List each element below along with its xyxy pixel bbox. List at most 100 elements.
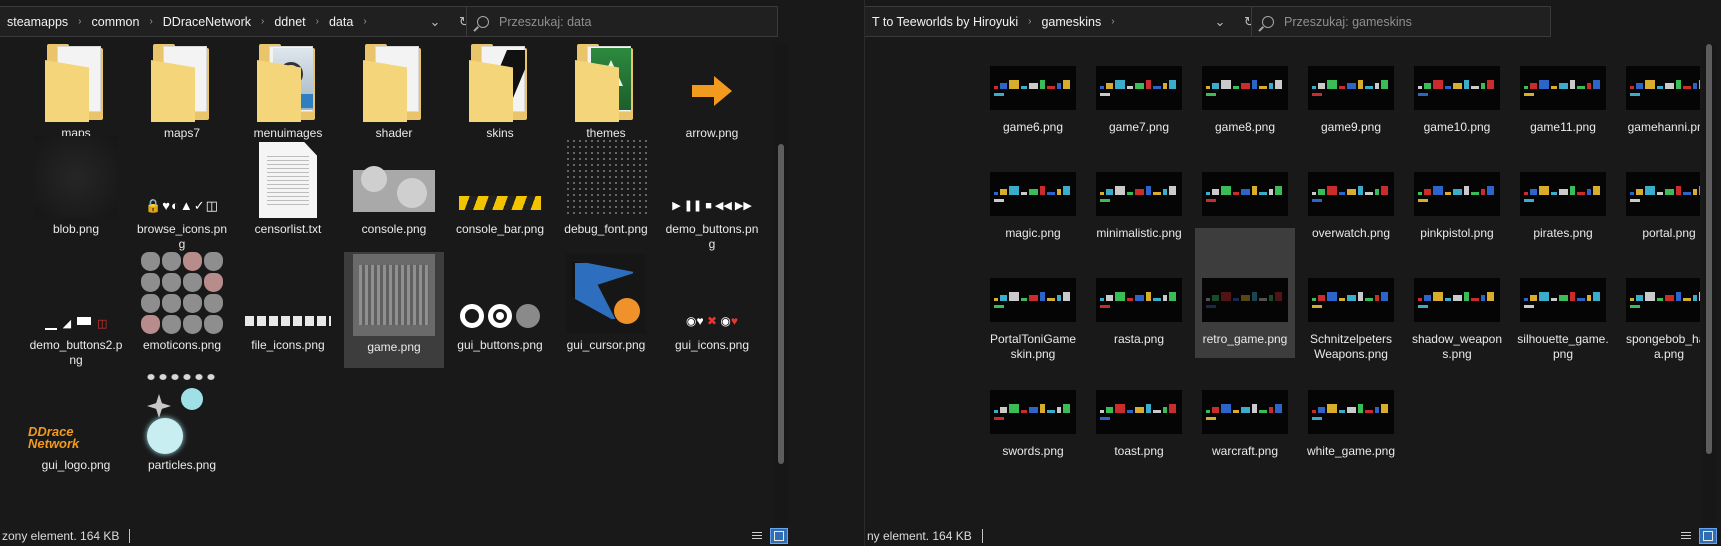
address-history-button[interactable]: ⌄	[420, 6, 450, 37]
file-item[interactable]: console_bar.png	[450, 136, 550, 237]
file-item[interactable]: retro_game.png	[1195, 228, 1295, 358]
breadcrumb-item[interactable]: steamapps	[3, 15, 72, 29]
file-name: swords.png	[1002, 444, 1064, 458]
thumbnail: ◢ ◫	[28, 252, 124, 334]
status-text: zony element. 164 KB	[2, 529, 120, 543]
thumbnail	[1202, 390, 1288, 434]
file-item[interactable]: particles.png	[132, 372, 232, 473]
breadcrumb-item[interactable]: gameskins	[1037, 15, 1105, 29]
file-item[interactable]: skins	[450, 44, 550, 141]
file-item[interactable]: emoticons.png	[132, 252, 232, 353]
file-name: game6.png	[1002, 120, 1064, 134]
file-item[interactable]: magic.png	[983, 172, 1083, 241]
file-item[interactable]: arrow.png	[662, 44, 762, 141]
file-name: game10.png	[1423, 120, 1491, 134]
search-input[interactable]	[499, 14, 699, 29]
thumbnail	[1626, 278, 1700, 322]
search-box[interactable]	[466, 6, 778, 37]
file-item[interactable]: spongebob_haha.png	[1619, 278, 1700, 362]
search-box[interactable]	[1251, 6, 1551, 37]
file-item[interactable]: maps7	[132, 44, 232, 141]
breadcrumb-item[interactable]: DDraceNetwork	[159, 15, 255, 29]
file-item[interactable]: white_game.png	[1301, 390, 1401, 459]
file-item[interactable]: game.png	[344, 252, 444, 368]
file-item[interactable]: overwatch.png	[1301, 172, 1401, 241]
file-item[interactable]: DDrace Network gui_logo.png	[26, 372, 126, 473]
file-item[interactable]: menuimages	[238, 44, 338, 141]
scrollbar-thumb[interactable]	[1706, 44, 1712, 454]
file-item[interactable]: debug_font.png	[556, 136, 656, 237]
file-name: PortalToniGameskin.png	[989, 332, 1077, 361]
search-input[interactable]	[1284, 14, 1484, 29]
file-name: gui_cursor.png	[566, 338, 646, 352]
file-item[interactable]: game8.png	[1195, 66, 1295, 135]
vertical-scrollbar[interactable]	[774, 44, 788, 526]
address-bar[interactable]: T to Teeworlds by Hiroyuki › gameskins ›	[865, 6, 1235, 37]
breadcrumb-item[interactable]: data	[325, 15, 357, 29]
file-item[interactable]: SchnitzelpetersWeapons.png	[1301, 278, 1401, 362]
file-name: white_game.png	[1306, 444, 1396, 458]
file-item[interactable]: censorlist.txt	[238, 136, 338, 237]
thumbnail	[28, 44, 124, 122]
thumbnail	[1308, 66, 1394, 110]
file-item[interactable]: warcraft.png	[1195, 390, 1295, 459]
vertical-scrollbar[interactable]	[1702, 44, 1716, 526]
file-name: debug_font.png	[564, 222, 648, 236]
file-item[interactable]: portal.png	[1619, 172, 1700, 241]
file-name: game8.png	[1214, 120, 1276, 134]
address-bar[interactable]: steamapps › common › DDraceNetwork › ddnet › dat…	[0, 6, 450, 37]
breadcrumb-item[interactable]: common	[88, 15, 144, 29]
details-view-icon	[1681, 532, 1691, 540]
file-item[interactable]: ◢ ◫ demo_buttons2.png	[26, 252, 126, 368]
file-item[interactable]: silhouette_game.png	[1513, 278, 1613, 362]
file-item[interactable]: pinkpistol.png	[1407, 172, 1507, 241]
file-name: shadow_weapons.png	[1411, 332, 1503, 361]
thumbnail	[240, 44, 336, 122]
file-item[interactable]: ▶ ❚❚ ■ ◀◀ ▶▶ demo_buttons.png	[662, 136, 762, 252]
file-item[interactable]: toast.png	[1089, 390, 1189, 459]
thumbnail	[1096, 172, 1182, 216]
large-icons-view-button[interactable]	[1699, 528, 1717, 544]
chevron-right-icon: ›	[315, 16, 319, 27]
status-bar: ny element. 164 KB	[865, 526, 1721, 546]
file-item[interactable]: themes	[556, 44, 656, 141]
file-item[interactable]: game10.png	[1407, 66, 1507, 135]
file-item[interactable]: game6.png	[983, 66, 1083, 135]
details-view-button[interactable]	[748, 528, 766, 544]
file-item[interactable]: swords.png	[983, 390, 1083, 459]
file-item[interactable]: game11.png	[1513, 66, 1613, 135]
chevron-right-icon: ›	[363, 16, 367, 27]
file-item[interactable]: gui_cursor.png	[556, 252, 656, 353]
file-item[interactable]: blob.png	[26, 136, 126, 237]
details-view-button[interactable]	[1677, 528, 1695, 544]
file-item[interactable]: PortalToniGameskin.png	[983, 278, 1083, 362]
thumbnail	[1414, 66, 1500, 110]
file-item[interactable]: ◉♥ ✖ ◉♥ gui_icons.png	[662, 252, 762, 353]
file-item[interactable]: pirates.png	[1513, 172, 1613, 241]
file-item[interactable]: game9.png	[1301, 66, 1401, 135]
file-item[interactable]: shader	[344, 44, 444, 141]
thumbnail	[134, 252, 230, 334]
file-item[interactable]: console.png	[344, 136, 444, 237]
file-item[interactable]: game7.png	[1089, 66, 1189, 135]
file-item[interactable]: file_icons.png	[238, 252, 338, 353]
file-list: maps maps7 menuimages shader skins themes arro…	[0, 44, 770, 526]
scrollbar-thumb[interactable]	[778, 144, 784, 464]
file-name: console_bar.png	[455, 222, 545, 236]
search-icon	[1262, 15, 1274, 28]
breadcrumb-item[interactable]: T to Teeworlds by Hiroyuki	[868, 15, 1022, 29]
file-item[interactable]: gui_buttons.png	[450, 252, 550, 353]
thumbnail	[1096, 278, 1182, 322]
address-history-button[interactable]: ⌄	[1205, 6, 1235, 37]
file-item[interactable]: gamehanni.png	[1619, 66, 1700, 135]
large-icons-view-icon	[774, 531, 784, 541]
file-item[interactable]: minimalistic.png	[1089, 172, 1189, 241]
thumbnail	[990, 390, 1076, 434]
file-item[interactable]: shadow_weapons.png	[1407, 278, 1507, 362]
large-icons-view-button[interactable]	[770, 528, 788, 544]
breadcrumb-item[interactable]: ddnet	[270, 15, 309, 29]
thumbnail	[1308, 278, 1394, 322]
file-item[interactable]: rasta.png	[1089, 278, 1189, 347]
file-item[interactable]: 🔒♥◐▲✓◫ browse_icons.png	[132, 136, 232, 252]
file-item[interactable]: maps	[26, 44, 126, 141]
